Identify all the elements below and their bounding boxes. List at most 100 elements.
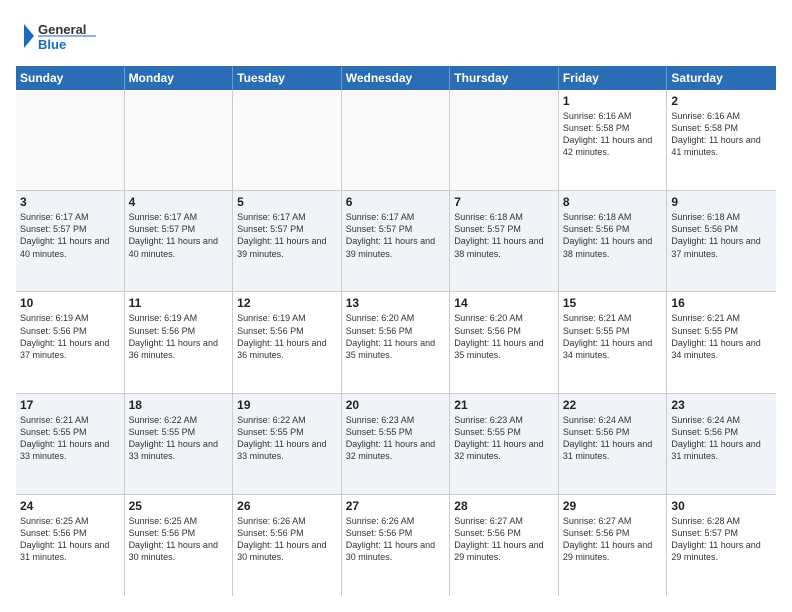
day-number: 29 [563,499,663,513]
calendar-cell: 21 Sunrise: 6:23 AM Sunset: 5:55 PM Dayli… [450,394,559,494]
cell-detail: Sunrise: 6:25 AM Sunset: 5:56 PM Dayligh… [129,515,229,564]
cell-detail: Sunrise: 6:16 AM Sunset: 5:58 PM Dayligh… [671,110,772,159]
calendar-cell: 2 Sunrise: 6:16 AM Sunset: 5:58 PM Daylig… [667,90,776,190]
header-day-friday: Friday [559,66,668,90]
calendar-row-week-1: 1 Sunrise: 6:16 AM Sunset: 5:58 PM Daylig… [16,90,776,191]
cell-detail: Sunrise: 6:18 AM Sunset: 5:57 PM Dayligh… [454,211,554,260]
day-number: 11 [129,296,229,310]
cell-detail: Sunrise: 6:21 AM Sunset: 5:55 PM Dayligh… [20,414,120,463]
calendar-cell: 3 Sunrise: 6:17 AM Sunset: 5:57 PM Daylig… [16,191,125,291]
calendar-cell: 16Sunrise: 6:21 AM Sunset: 5:55 PM Dayli… [667,292,776,392]
calendar-cell: 26 Sunrise: 6:26 AM Sunset: 5:56 PM Dayli… [233,495,342,596]
day-number: 6 [346,195,446,209]
cell-detail: Sunrise: 6:17 AM Sunset: 5:57 PM Dayligh… [346,211,446,260]
calendar-cell: 14 Sunrise: 6:20 AM Sunset: 5:56 PM Dayli… [450,292,559,392]
calendar-row-week-5: 24 Sunrise: 6:25 AM Sunset: 5:56 PM Dayli… [16,495,776,596]
day-number: 1 [563,94,663,108]
day-number: 13 [346,296,446,310]
calendar-cell: 28Sunrise: 6:27 AM Sunset: 5:56 PM Dayli… [450,495,559,596]
header-day-saturday: Saturday [667,66,776,90]
cell-detail: Sunrise: 6:26 AM Sunset: 5:56 PM Dayligh… [346,515,446,564]
calendar-cell: 1 Sunrise: 6:16 AM Sunset: 5:58 PM Daylig… [559,90,668,190]
day-number: 24 [20,499,120,513]
calendar-cell [125,90,234,190]
header-day-thursday: Thursday [450,66,559,90]
day-number: 3 [20,195,120,209]
cell-detail: Sunrise: 6:19 AM Sunset: 5:56 PM Dayligh… [20,312,120,361]
calendar-cell: 9Sunrise: 6:18 AM Sunset: 5:56 PM Daylig… [667,191,776,291]
cell-detail: Sunrise: 6:16 AM Sunset: 5:58 PM Dayligh… [563,110,663,159]
day-number: 23 [671,398,772,412]
day-number: 8 [563,195,663,209]
day-number: 7 [454,195,554,209]
calendar-header: SundayMondayTuesdayWednesdayThursdayFrid… [16,66,776,90]
cell-detail: Sunrise: 6:17 AM Sunset: 5:57 PM Dayligh… [20,211,120,260]
header-day-sunday: Sunday [16,66,125,90]
calendar-cell: 25 Sunrise: 6:25 AM Sunset: 5:56 PM Dayli… [125,495,234,596]
calendar-cell: 12 Sunrise: 6:19 AM Sunset: 5:56 PM Dayli… [233,292,342,392]
day-number: 10 [20,296,120,310]
cell-detail: Sunrise: 6:24 AM Sunset: 5:56 PM Dayligh… [563,414,663,463]
calendar-cell: 24 Sunrise: 6:25 AM Sunset: 5:56 PM Dayli… [16,495,125,596]
calendar-cell: 18 Sunrise: 6:22 AM Sunset: 5:55 PM Dayli… [125,394,234,494]
day-number: 12 [237,296,337,310]
svg-text:General: General [38,22,86,37]
calendar-cell [342,90,451,190]
cell-detail: Sunrise: 6:20 AM Sunset: 5:56 PM Dayligh… [454,312,554,361]
day-number: 21 [454,398,554,412]
day-number: 5 [237,195,337,209]
cell-detail: Sunrise: 6:28 AM Sunset: 5:57 PM Dayligh… [671,515,772,564]
calendar-cell: 22Sunrise: 6:24 AM Sunset: 5:56 PM Dayli… [559,394,668,494]
logo: General Blue [16,16,106,56]
day-number: 26 [237,499,337,513]
cell-detail: Sunrise: 6:27 AM Sunset: 5:56 PM Dayligh… [563,515,663,564]
calendar-cell: 7 Sunrise: 6:18 AM Sunset: 5:57 PM Daylig… [450,191,559,291]
logo-svg: General Blue [16,16,106,56]
calendar-cell: 11Sunrise: 6:19 AM Sunset: 5:56 PM Dayli… [125,292,234,392]
cell-detail: Sunrise: 6:26 AM Sunset: 5:56 PM Dayligh… [237,515,337,564]
day-number: 18 [129,398,229,412]
calendar-cell [233,90,342,190]
calendar-row-week-2: 3 Sunrise: 6:17 AM Sunset: 5:57 PM Daylig… [16,191,776,292]
header-day-wednesday: Wednesday [342,66,451,90]
cell-detail: Sunrise: 6:17 AM Sunset: 5:57 PM Dayligh… [129,211,229,260]
calendar-cell [450,90,559,190]
calendar-row-week-3: 10 Sunrise: 6:19 AM Sunset: 5:56 PM Dayli… [16,292,776,393]
cell-detail: Sunrise: 6:17 AM Sunset: 5:57 PM Dayligh… [237,211,337,260]
day-number: 4 [129,195,229,209]
calendar-body: 1 Sunrise: 6:16 AM Sunset: 5:58 PM Daylig… [16,90,776,596]
cell-detail: Sunrise: 6:19 AM Sunset: 5:56 PM Dayligh… [237,312,337,361]
cell-detail: Sunrise: 6:23 AM Sunset: 5:55 PM Dayligh… [454,414,554,463]
cell-detail: Sunrise: 6:21 AM Sunset: 5:55 PM Dayligh… [563,312,663,361]
calendar-cell: 27 Sunrise: 6:26 AM Sunset: 5:56 PM Dayli… [342,495,451,596]
day-number: 20 [346,398,446,412]
day-number: 14 [454,296,554,310]
cell-detail: Sunrise: 6:20 AM Sunset: 5:56 PM Dayligh… [346,312,446,361]
svg-text:Blue: Blue [38,37,66,52]
calendar-cell: 13 Sunrise: 6:20 AM Sunset: 5:56 PM Dayli… [342,292,451,392]
cell-detail: Sunrise: 6:23 AM Sunset: 5:55 PM Dayligh… [346,414,446,463]
cell-detail: Sunrise: 6:22 AM Sunset: 5:55 PM Dayligh… [237,414,337,463]
day-number: 25 [129,499,229,513]
calendar-cell [16,90,125,190]
calendar-cell: 8 Sunrise: 6:18 AM Sunset: 5:56 PM Daylig… [559,191,668,291]
calendar-cell: 23 Sunrise: 6:24 AM Sunset: 5:56 PM Dayli… [667,394,776,494]
cell-detail: Sunrise: 6:25 AM Sunset: 5:56 PM Dayligh… [20,515,120,564]
cell-detail: Sunrise: 6:18 AM Sunset: 5:56 PM Dayligh… [563,211,663,260]
day-number: 17 [20,398,120,412]
calendar-cell: 4 Sunrise: 6:17 AM Sunset: 5:57 PM Daylig… [125,191,234,291]
cell-detail: Sunrise: 6:21 AM Sunset: 5:55 PM Dayligh… [671,312,772,361]
calendar-cell: 30 Sunrise: 6:28 AM Sunset: 5:57 PM Dayli… [667,495,776,596]
day-number: 30 [671,499,772,513]
calendar: SundayMondayTuesdayWednesdayThursdayFrid… [16,66,776,596]
day-number: 27 [346,499,446,513]
cell-detail: Sunrise: 6:22 AM Sunset: 5:55 PM Dayligh… [129,414,229,463]
calendar-row-week-4: 17 Sunrise: 6:21 AM Sunset: 5:55 PM Dayli… [16,394,776,495]
cell-detail: Sunrise: 6:27 AM Sunset: 5:56 PM Dayligh… [454,515,554,564]
day-number: 2 [671,94,772,108]
header: General Blue [16,16,776,56]
cell-detail: Sunrise: 6:24 AM Sunset: 5:56 PM Dayligh… [671,414,772,463]
header-day-tuesday: Tuesday [233,66,342,90]
calendar-cell: 29 Sunrise: 6:27 AM Sunset: 5:56 PM Dayli… [559,495,668,596]
calendar-cell: 19Sunrise: 6:22 AM Sunset: 5:55 PM Dayli… [233,394,342,494]
